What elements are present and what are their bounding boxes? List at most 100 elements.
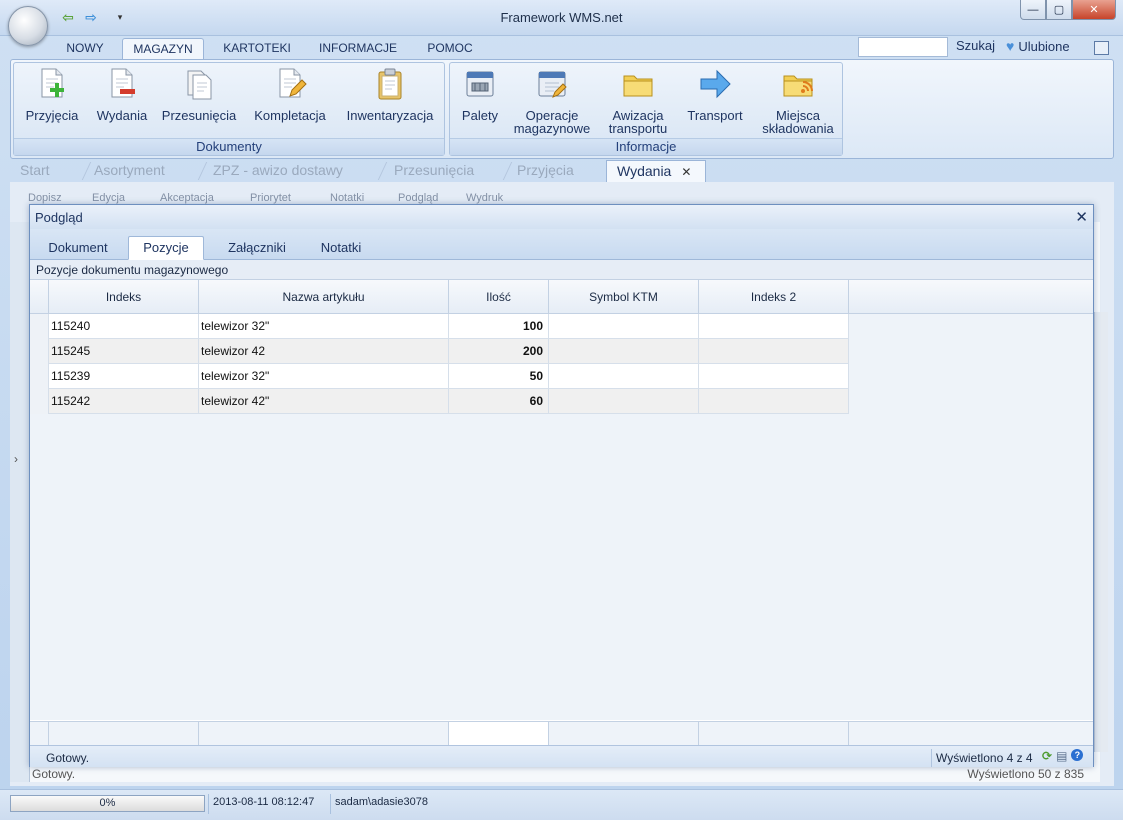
minimize-ribbon-icon[interactable] bbox=[1094, 41, 1109, 55]
tab-notatki[interactable]: Notatki bbox=[306, 237, 376, 260]
column-header-indeks[interactable]: Indeks bbox=[49, 280, 199, 314]
favorites-button[interactable]: ♥ Ulubione bbox=[1006, 38, 1070, 54]
ribbon-tab-kartoteki[interactable]: KARTOTEKI bbox=[218, 38, 296, 60]
dialog-title: Podgląd bbox=[35, 210, 83, 225]
dialog-close-icon[interactable]: ✕ bbox=[1075, 208, 1088, 226]
row-selector[interactable] bbox=[30, 389, 49, 414]
awizacja-transportu-button[interactable]: Awizacja transportu bbox=[600, 67, 676, 135]
przesuniecia-button[interactable]: Przesunięcia bbox=[158, 67, 240, 122]
table-row[interactable]: 115239 telewizor 32" 50 bbox=[30, 364, 849, 389]
dialog-header: Podgląd ✕ bbox=[30, 205, 1093, 229]
cell-nazwa: telewizor 32" bbox=[199, 364, 449, 389]
calendar-edit-icon bbox=[538, 71, 567, 98]
summary-cell bbox=[699, 722, 849, 746]
export-icon[interactable]: ▤ bbox=[1056, 749, 1067, 763]
dialog-tabs: Dokument Pozycje Załączniki Notatki bbox=[30, 229, 1093, 260]
ribbon-group-informacje: Palety Operacje magazynowe Awizacja tran… bbox=[449, 62, 843, 156]
group-label-dokumenty: Dokumenty bbox=[14, 138, 444, 155]
cell-ilosc: 200 bbox=[449, 339, 549, 364]
table-row[interactable]: 115242 telewizor 42" 60 bbox=[30, 389, 849, 414]
toolbar-wydruk[interactable]: Wydruk bbox=[466, 192, 503, 204]
ribbon-group-dokumenty: Przyjęcia Wydania Przesunięcia Kompletac… bbox=[13, 62, 445, 156]
doc-tab-zpz-awizo[interactable]: ZPZ - awizo dostawy bbox=[203, 160, 373, 182]
group-label-informacje: Informacje bbox=[450, 138, 842, 155]
cell-indeks: 115239 bbox=[49, 364, 199, 389]
doc-tab-wydania[interactable]: Wydania ✕ bbox=[606, 160, 706, 182]
palety-label: Palety bbox=[461, 108, 499, 123]
ribbon-tab-pomoc[interactable]: POMOC bbox=[420, 38, 480, 60]
document-remove-icon bbox=[111, 68, 135, 98]
cell-symbol-ktm bbox=[549, 389, 699, 414]
tab-dokument[interactable]: Dokument bbox=[38, 237, 118, 260]
inwentaryzacja-button[interactable]: Inwentaryzacja bbox=[340, 67, 440, 122]
operacje-magazynowe-button[interactable]: Operacje magazynowe bbox=[508, 67, 596, 135]
application-orb-button[interactable] bbox=[8, 6, 48, 46]
kompletacja-button[interactable]: Kompletacja bbox=[248, 67, 332, 122]
expand-chevron-icon[interactable]: › bbox=[14, 452, 18, 466]
transport-button[interactable]: Transport bbox=[682, 67, 748, 122]
toolbar-edycja[interactable]: Edycja bbox=[92, 192, 125, 204]
cell-nazwa: telewizor 32" bbox=[199, 314, 449, 339]
help-icon[interactable]: ? bbox=[1071, 749, 1084, 761]
cell-nazwa: telewizor 42" bbox=[199, 389, 449, 414]
doc-tab-start[interactable]: Start bbox=[10, 160, 80, 182]
doc-tab-przesuniecia[interactable]: Przesunięcia bbox=[384, 160, 504, 182]
summary-cell-ilosc bbox=[449, 722, 549, 746]
close-button[interactable]: ✕ bbox=[1072, 0, 1116, 20]
przesuniecia-label: Przesunięcia bbox=[161, 108, 237, 123]
toolbar-podglad[interactable]: Podgląd bbox=[398, 192, 438, 204]
palety-button[interactable]: Palety bbox=[454, 67, 506, 122]
title-bar: ⇦ ⇨ ▾ Framework WMS.net — ▢ ✕ bbox=[0, 0, 1123, 36]
clipboard-icon bbox=[378, 68, 402, 100]
cell-symbol-ktm bbox=[549, 339, 699, 364]
search-input[interactable] bbox=[858, 37, 948, 57]
row-selector[interactable] bbox=[30, 364, 49, 389]
table-row[interactable]: 115240 telewizor 32" 100 bbox=[30, 314, 849, 339]
cell-ilosc: 50 bbox=[449, 364, 549, 389]
ribbon-tab-magazyn[interactable]: MAGAZYN bbox=[122, 38, 204, 60]
toolbar-akceptacja[interactable]: Akceptacja bbox=[160, 192, 214, 204]
wydania-button[interactable]: Wydania bbox=[92, 67, 152, 122]
maximize-button[interactable]: ▢ bbox=[1046, 0, 1072, 20]
dialog-status-text: Gotowy. bbox=[46, 751, 90, 765]
positions-grid: Indeks Nazwa artykułu Ilość Symbol KTM I… bbox=[30, 280, 1093, 720]
tab-pozycje[interactable]: Pozycje bbox=[128, 236, 204, 260]
cell-indeks: 115245 bbox=[49, 339, 199, 364]
wydania-label: Wydania bbox=[96, 108, 148, 123]
row-selector[interactable] bbox=[30, 339, 49, 364]
toolbar-priorytet[interactable]: Priorytet bbox=[250, 192, 291, 204]
doc-tab-przyjecia[interactable]: Przyjęcia bbox=[507, 160, 607, 182]
miejsca-skladowania-button[interactable]: Miejsca składowania bbox=[756, 67, 840, 135]
toolbar-dopisz[interactable]: Dopisz bbox=[28, 192, 62, 204]
document-add-icon bbox=[41, 68, 64, 98]
grid-summary-row bbox=[30, 721, 1093, 746]
tab-zalaczniki[interactable]: Załączniki bbox=[212, 237, 302, 260]
column-header-nazwa[interactable]: Nazwa artykułu bbox=[199, 280, 449, 314]
cell-ilosc: 60 bbox=[449, 389, 549, 414]
toolbar-notatki[interactable]: Notatki bbox=[330, 192, 364, 204]
cell-ilosc: 100 bbox=[449, 314, 549, 339]
cell-indeks: 115240 bbox=[49, 314, 199, 339]
minimize-button[interactable]: — bbox=[1020, 0, 1046, 20]
window-title: Framework WMS.net bbox=[500, 10, 623, 25]
awizacja-label-line2: transportu bbox=[608, 121, 668, 136]
cell-symbol-ktm bbox=[549, 364, 699, 389]
window-controls: — ▢ ✕ bbox=[1020, 0, 1116, 20]
column-header-ilosc[interactable]: Ilość bbox=[449, 280, 549, 314]
refresh-icon[interactable]: ⟳ bbox=[1042, 749, 1052, 763]
doc-tab-asortyment[interactable]: Asortyment bbox=[84, 160, 194, 182]
table-row[interactable]: 115245 telewizor 42 200 bbox=[30, 339, 849, 364]
column-header-symbol-ktm[interactable]: Symbol KTM bbox=[549, 280, 699, 314]
column-header-indeks2[interactable]: Indeks 2 bbox=[699, 280, 849, 314]
cell-symbol-ktm bbox=[549, 314, 699, 339]
ribbon-tab-nowy[interactable]: NOWY bbox=[58, 38, 112, 60]
background-scrollbar[interactable] bbox=[1094, 312, 1108, 752]
background-grid-row-headers: › bbox=[10, 222, 30, 782]
row-selector[interactable] bbox=[30, 314, 49, 339]
ribbon-tab-informacje[interactable]: INFORMACJE bbox=[312, 38, 404, 60]
doc-tab-wydania-label: Wydania bbox=[617, 163, 672, 179]
przyjecia-button[interactable]: Przyjęcia bbox=[22, 67, 82, 122]
search-button[interactable]: Szukaj bbox=[956, 38, 995, 53]
close-tab-icon[interactable]: ✕ bbox=[681, 165, 691, 179]
cell-nazwa: telewizor 42 bbox=[199, 339, 449, 364]
